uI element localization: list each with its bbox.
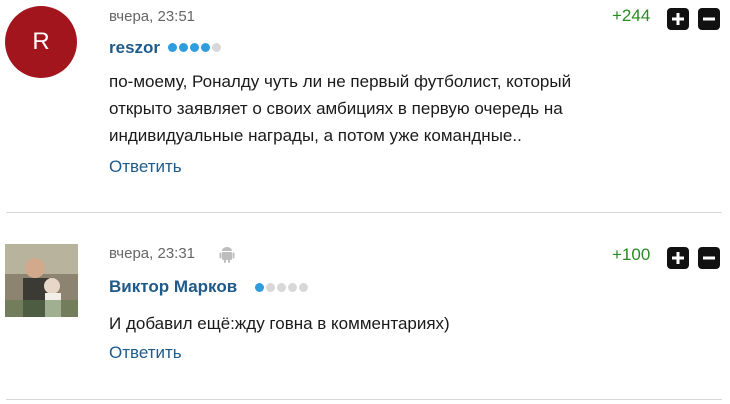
comment-score: +100 <box>612 245 651 264</box>
author-name[interactable]: Виктор Марков <box>109 277 237 297</box>
comment-item: R вчера, 23:51 reszor +244 по-моему, Рон… <box>0 0 730 212</box>
comment-text-line: по-моему, Роналду чуть ли не первый футб… <box>109 72 572 91</box>
rating-dot <box>168 43 177 52</box>
author-name[interactable]: reszor <box>109 38 160 58</box>
reply-link[interactable]: Ответить <box>109 343 182 363</box>
minus-icon <box>703 17 715 21</box>
rating-dot <box>190 43 199 52</box>
rating-dot <box>212 43 221 52</box>
comment-text-line: открыто заявляет о своих амбициях в перв… <box>109 99 563 118</box>
divider <box>6 212 722 213</box>
rating-dot <box>201 43 210 52</box>
rating-dot <box>277 283 286 292</box>
rating-dot <box>288 283 297 292</box>
avatar[interactable]: R <box>5 6 77 78</box>
plus-icon <box>672 252 684 264</box>
rating-dot <box>299 283 308 292</box>
comment-score: +244 <box>612 6 651 25</box>
avatar[interactable] <box>5 244 78 317</box>
upvote-button[interactable] <box>667 247 689 269</box>
avatar-photo <box>5 244 78 317</box>
upvote-button[interactable] <box>667 8 689 30</box>
user-rating-dots <box>168 43 221 52</box>
comment-text-line: индивидуальные награды, а потом уже кома… <box>109 126 522 145</box>
minus-icon <box>703 256 715 260</box>
comment-text: по-моему, Роналду чуть ли не первый футб… <box>109 68 689 149</box>
reply-link[interactable]: Ответить <box>109 157 182 177</box>
rating-dot <box>179 43 188 52</box>
rating-dot <box>266 283 275 292</box>
avatar-letter: R <box>32 28 50 55</box>
comment-item: вчера, 23:31 Виктор Марков +100 И добави… <box>0 214 730 400</box>
comment-time: вчера, 23:51 <box>109 8 196 25</box>
plus-icon <box>672 13 684 25</box>
user-rating-dots <box>255 283 308 292</box>
comment-time: вчера, 23:31 <box>109 245 196 262</box>
downvote-button[interactable] <box>698 247 720 269</box>
comment-text-line: И добавил ещё:жду говна в комментариях) <box>109 314 450 333</box>
downvote-button[interactable] <box>698 8 720 30</box>
comment-text: И добавил ещё:жду говна в комментариях) <box>109 310 689 337</box>
divider <box>6 399 722 400</box>
android-icon <box>219 247 235 263</box>
rating-dot <box>255 283 264 292</box>
